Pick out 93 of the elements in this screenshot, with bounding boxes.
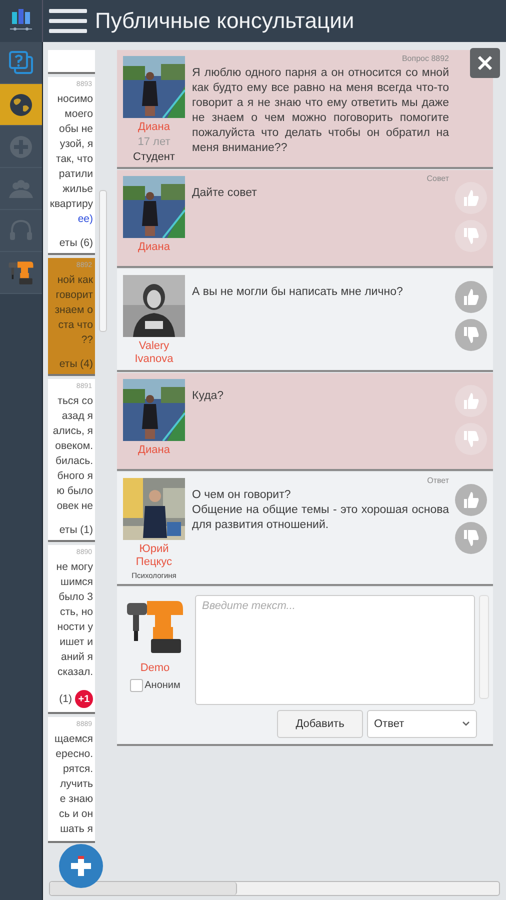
question-text: лучить [60,777,93,792]
type-select[interactable]: Ответ [367,710,477,738]
question-text: было 3 [58,590,93,605]
message-text: О чем он говорит? Общение на общие темы - это хорошая основа для развития отношений. [192,488,449,533]
thumbs-down-icon [461,528,481,548]
chevron-icon [462,721,470,727]
question-text: шимся [60,575,93,590]
question-text: шать я [60,822,93,837]
question-text: обы не [59,122,93,137]
close-icon [477,55,493,71]
message-text: Куда? [192,389,225,404]
question-text: аний я [61,650,93,665]
dislike-button[interactable] [455,319,487,351]
scrollbar[interactable] [49,881,500,896]
author-name: Demo [140,662,170,675]
question-text: сказал. [58,665,93,680]
question-text: ться со [58,394,93,409]
drill-icon [7,258,35,286]
question-text: ратили [58,167,93,182]
dislike-button[interactable] [455,522,487,554]
author-age: 17 лет [138,136,170,148]
like-button[interactable] [455,281,487,313]
message-text: Я люблю одного парня а он относится со мной как будто ему все равно на меня всегда что-то говорит а я не знаю что ему ответить мы даже не знаем о чем можно поговорить помогите пожалуйста что делать чтобы он обратил на меня внимание?? [192,66,449,156]
add-button[interactable]: Добавить [277,710,363,738]
question-text: ?? [81,333,93,348]
replies-count: (1) [59,693,72,705]
message-label: Вопрос 8892 [402,54,449,64]
question-text: овеком. [55,439,93,454]
thumbs-up-icon [461,391,481,411]
anonymous-checkbox[interactable] [130,679,143,692]
question-nav-button[interactable] [0,42,42,84]
question-text: ересно. [56,747,93,762]
globe-icon [8,92,34,118]
drill-nav-button[interactable] [0,252,42,294]
globe-nav-button[interactable] [0,84,42,126]
question-text: бного я [57,469,93,484]
message-label: Совет [426,174,449,184]
question-text: квартиру [50,197,93,212]
question-text: ю было [56,484,93,499]
question-text: ности у [57,620,93,635]
question-text: ишет и [60,635,93,650]
message-text: А вы не могли бы написать мне лично? [192,285,404,300]
page-title: Публичные консультации [95,8,354,34]
message-text: Дайте совет [192,186,258,201]
question-text: ались, я [52,424,93,439]
message-label: Ответ [427,476,449,486]
scrollbar[interactable] [99,190,107,332]
author-role: Студент [133,151,175,163]
replies-count: еты (4) [59,358,93,370]
question-text: узой, я [60,137,93,152]
more-link[interactable]: ее) [78,212,93,227]
plus-icon [69,854,93,878]
thumbs-up-icon [461,490,481,510]
question-text: моего [64,107,93,122]
question-text: овек не [56,499,93,514]
thumbs-down-icon [461,429,481,449]
question-icon [8,50,34,76]
plus-icon [8,134,34,160]
replies-count: еты (1) [59,524,93,536]
dislike-button[interactable] [455,423,487,455]
thumbs-down-icon [461,325,481,345]
replies-count: еты (6) [59,237,93,249]
like-button[interactable] [455,484,487,516]
add-question-button[interactable] [59,844,103,888]
question-card[interactable] [48,50,95,74]
question-text: знаем о [54,303,93,318]
thumbs-down-icon [461,226,481,246]
question-text: щаемся [54,732,93,747]
question-text: носимо [57,92,93,107]
scrollbar[interactable] [479,595,489,699]
checkbox-label: Аноним [144,680,180,691]
message-input[interactable]: Введите текст... [195,595,475,705]
thumbs-up-icon [461,188,481,208]
question-text: е знаю [60,792,93,807]
question-text: сь и он [58,807,93,822]
question-text: азад я [62,409,93,424]
question-text: ста что [58,318,93,333]
question-text: жилье [62,182,93,197]
question-text: не могу [56,560,93,575]
new-badge: +1 [75,690,93,708]
close-button[interactable] [470,48,500,78]
question-text: сть, но [60,605,93,620]
question-text: говорит [56,288,93,303]
like-button[interactable] [455,385,487,417]
question-text: билась. [56,454,93,469]
thumbs-up-icon [461,287,481,307]
menu-button[interactable] [49,6,87,36]
question-text: так, что [56,152,93,167]
people-nav-button[interactable] [0,168,42,210]
question-text: рятся. [63,762,93,777]
like-button[interactable] [455,182,487,214]
question-text: ной как [57,273,93,288]
dislike-button[interactable] [455,220,487,252]
